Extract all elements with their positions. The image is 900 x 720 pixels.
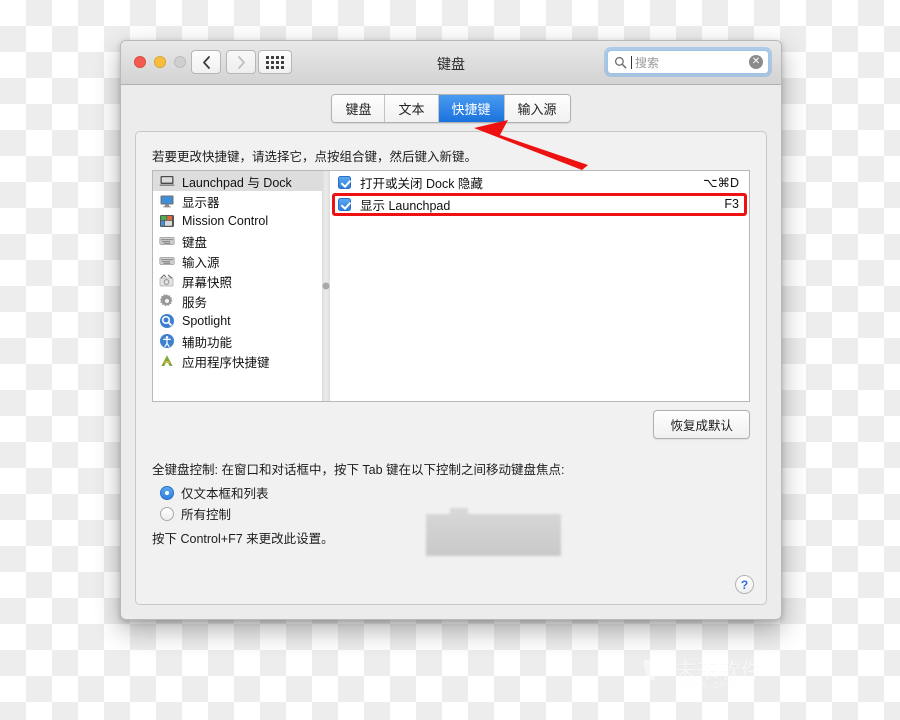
- sidebar-item-input-sources[interactable]: 输入源: [153, 251, 322, 271]
- help-button[interactable]: ?: [735, 575, 754, 594]
- watermark: 未来软件 WWW.OFSO: [640, 655, 763, 690]
- shortcut-list[interactable]: 打开或关闭 Dock 隐藏 ⌥⌘D 显示 Launchpad F3: [330, 170, 750, 402]
- full-keyboard-access-label: 全键盘控制: 在窗口和对话框中，按下 Tab 键在以下控制之间移动键盘焦点:: [152, 463, 565, 477]
- spotlight-icon: [160, 314, 174, 328]
- radio-option-text-boxes-lists[interactable]: 仅文本框和列表: [160, 482, 269, 503]
- shortcuts-split-view: Launchpad 与 Dock 显示器 Mission Control 键盘 …: [152, 170, 750, 402]
- keyboard-access-radio-group: 仅文本框和列表 所有控制: [160, 482, 269, 524]
- radio-button[interactable]: [160, 485, 174, 500]
- sidebar-item-label: 屏幕快照: [182, 275, 233, 290]
- sidebar-item-app-shortcuts[interactable]: 应用程序快捷键: [153, 351, 322, 371]
- screenshot-icon: [159, 274, 174, 287]
- text-cursor: [631, 55, 632, 69]
- sidebar-item-label: 辅助功能: [182, 335, 233, 350]
- sidebar-item-label: Mission Control: [182, 214, 269, 228]
- sidebar-item-label: 输入源: [182, 255, 220, 270]
- accessibility-icon: [160, 334, 174, 348]
- sidebar-item-displays[interactable]: 显示器: [153, 191, 322, 211]
- sidebar-item-label: 服务: [182, 295, 208, 310]
- tab-bar: 键盘 文本 快捷键 输入源: [121, 85, 781, 131]
- instruction-text: 若要更改快捷键，请选择它，点按组合键，然后键入新键。: [152, 150, 478, 164]
- mission-control-icon: [160, 215, 174, 227]
- sidebar-item-accessibility[interactable]: 辅助功能: [153, 331, 322, 351]
- display-icon: [160, 195, 174, 208]
- sidebar-item-label: 应用程序快捷键: [182, 355, 270, 370]
- search-container: 搜索 ✕: [607, 50, 769, 74]
- sidebar-item-spotlight[interactable]: Spotlight: [153, 311, 322, 331]
- tab-shortcuts[interactable]: 快捷键: [438, 94, 505, 122]
- watermark-subtext: WWW.OFSO: [680, 681, 744, 690]
- shortcut-key[interactable]: ⌥⌘D: [703, 175, 739, 190]
- shortcut-label: 显示 Launchpad: [360, 198, 451, 213]
- radio-label: 所有控制: [181, 508, 232, 522]
- watermark-logo-icon: [644, 660, 664, 680]
- tab-keyboard[interactable]: 键盘: [332, 94, 386, 122]
- split-grip-handle[interactable]: [322, 282, 330, 290]
- app-shortcuts-icon: [161, 355, 173, 366]
- shortcut-label: 打开或关闭 Dock 隐藏: [360, 176, 483, 191]
- table-row[interactable]: 显示 Launchpad F3: [330, 193, 749, 215]
- tabs-group: 键盘 文本 快捷键 输入源: [331, 93, 571, 123]
- sidebar-item-label: 显示器: [182, 195, 220, 210]
- radio-label: 仅文本框和列表: [181, 487, 269, 501]
- window-titlebar: 键盘 搜索 ✕: [121, 41, 781, 85]
- input-source-icon: [159, 257, 175, 265]
- sidebar-item-label: Spotlight: [182, 314, 231, 328]
- sidebar-item-label: Launchpad 与 Dock: [182, 175, 292, 190]
- sidebar-item-mission-control[interactable]: Mission Control: [153, 211, 322, 231]
- shortcuts-panel: 若要更改快捷键，请选择它，点按组合键，然后键入新键。 Launchpad 与 D…: [135, 131, 767, 605]
- sidebar-item-label: 键盘: [182, 235, 208, 250]
- keyboard-icon: [159, 237, 175, 245]
- split-divider[interactable]: [322, 170, 330, 402]
- sidebar-item-screenshots[interactable]: 屏幕快照: [153, 271, 322, 291]
- restore-defaults-button[interactable]: 恢复成默认: [653, 410, 750, 439]
- search-icon: [614, 56, 627, 68]
- tab-input-source[interactable]: 输入源: [504, 94, 570, 122]
- shortcut-key[interactable]: F3: [724, 197, 739, 211]
- search-input[interactable]: 搜索 ✕: [607, 50, 769, 74]
- system-preferences-window: 键盘 搜索 ✕ 键盘 文本 快捷键 输入源 若要更改快捷键，请选择它，点按组合键…: [120, 40, 782, 620]
- search-placeholder: 搜索: [635, 55, 660, 70]
- table-row[interactable]: 打开或关闭 Dock 隐藏 ⌥⌘D: [330, 171, 749, 193]
- control-f7-hint: 按下 Control+F7 来更改此设置。: [152, 532, 334, 546]
- redaction-overlay: [426, 514, 561, 556]
- sidebar-item-services[interactable]: 服务: [153, 291, 322, 311]
- sidebar-item-keyboard[interactable]: 键盘: [153, 231, 322, 251]
- checkbox-enabled[interactable]: [338, 175, 351, 189]
- radio-button[interactable]: [160, 506, 174, 521]
- radio-option-all-controls[interactable]: 所有控制: [160, 503, 269, 524]
- sidebar-item-launchpad-dock[interactable]: Launchpad 与 Dock: [153, 171, 322, 191]
- category-list[interactable]: Launchpad 与 Dock 显示器 Mission Control 键盘 …: [152, 170, 322, 402]
- gear-icon: [160, 294, 173, 307]
- tab-text[interactable]: 文本: [385, 94, 439, 122]
- dock-icon: [159, 176, 175, 186]
- checkbox-enabled[interactable]: [338, 197, 351, 211]
- clear-icon[interactable]: ✕: [749, 55, 763, 69]
